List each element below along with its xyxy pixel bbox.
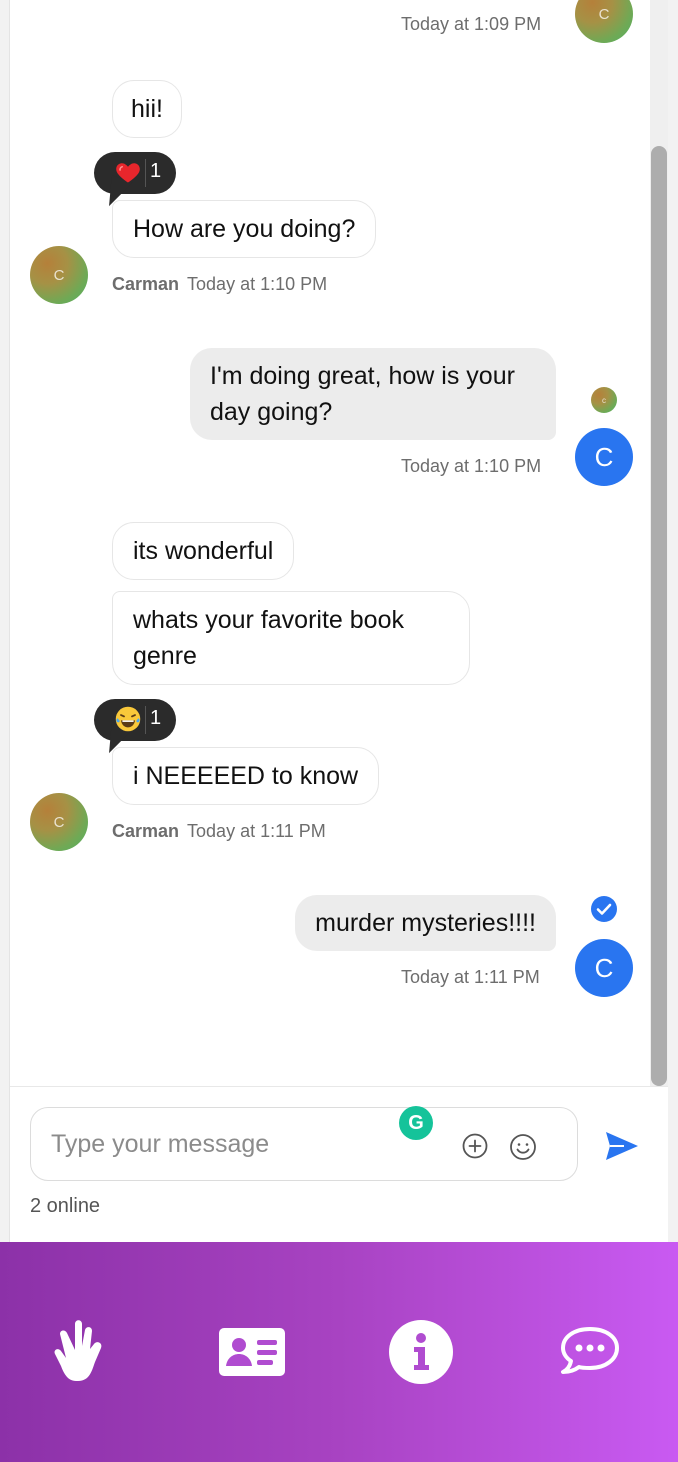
reaction-count: 1 bbox=[150, 707, 162, 729]
avatar-letter: C bbox=[594, 952, 614, 983]
reaction-divider bbox=[145, 159, 146, 187]
nav-chat-button[interactable] bbox=[550, 1312, 630, 1392]
avatar[interactable]: C bbox=[575, 0, 633, 43]
nav-contact-button[interactable] bbox=[212, 1312, 292, 1392]
panel-right-edge bbox=[668, 0, 678, 1242]
message-timestamp: Today at 1:10 PM bbox=[401, 456, 542, 476]
message-input-box[interactable]: G bbox=[30, 1106, 578, 1181]
incoming-message-bubble[interactable]: whats your favorite book genre bbox=[112, 591, 470, 685]
chat-bubble-icon bbox=[561, 1327, 619, 1374]
sender-info: Carman Today at 1:11 PM bbox=[112, 821, 326, 842]
nav-info-button[interactable] bbox=[381, 1312, 461, 1392]
message-text: How are you doing? bbox=[133, 215, 356, 243]
sender-name[interactable]: Carman bbox=[112, 274, 179, 294]
nav-wave-button[interactable] bbox=[44, 1312, 124, 1392]
scrollbar-thumb[interactable] bbox=[651, 146, 667, 1086]
message-text: its wonderful bbox=[133, 537, 274, 565]
message-composer: G 2 online bbox=[10, 1086, 668, 1242]
incoming-message-bubble[interactable]: its wonderful bbox=[112, 522, 295, 580]
hand-icon bbox=[54, 1320, 102, 1381]
heart-emoji-icon bbox=[116, 163, 140, 183]
avatar-letter: C bbox=[53, 266, 65, 284]
online-count: 2 online bbox=[30, 1195, 101, 1217]
message-text: whats your favorite book genre bbox=[133, 606, 404, 670]
message-list[interactable]: Today at 1:09 PM C hii! 1 How are you do… bbox=[10, 0, 650, 1086]
avatar-letter: C bbox=[53, 813, 65, 831]
laughing-emoji-icon bbox=[115, 706, 141, 732]
contact-card-icon bbox=[219, 1328, 285, 1376]
avatar-letter: C bbox=[598, 5, 610, 23]
message-text: i NEEEEED to know bbox=[133, 762, 359, 790]
reaction-divider bbox=[145, 706, 146, 734]
send-icon[interactable] bbox=[604, 1129, 640, 1163]
message-timestamp: Today at 1:09 PM bbox=[401, 14, 542, 34]
reaction-badge[interactable]: 1 bbox=[94, 699, 176, 758]
chat-panel: Today at 1:09 PM C hii! 1 How are you do… bbox=[0, 0, 678, 1242]
incoming-message-bubble[interactable]: hii! bbox=[112, 80, 182, 138]
sender-name[interactable]: Carman bbox=[112, 821, 179, 841]
grammarly-letter: G bbox=[408, 1111, 424, 1134]
delivered-check-icon bbox=[591, 896, 617, 922]
self-avatar[interactable]: C bbox=[575, 939, 633, 997]
read-receipt-avatar: c bbox=[591, 387, 617, 413]
message-timestamp: Today at 1:11 PM bbox=[187, 821, 326, 841]
sender-avatar[interactable]: C bbox=[30, 246, 88, 304]
reaction-count: 1 bbox=[150, 160, 162, 182]
message-input[interactable] bbox=[51, 1126, 391, 1162]
message-text: hii! bbox=[131, 95, 163, 123]
message-text: murder mysteries!!!! bbox=[315, 909, 536, 937]
bottom-nav bbox=[0, 1242, 678, 1462]
avatar-letter: C bbox=[594, 441, 614, 472]
message-timestamp: Today at 1:11 PM bbox=[401, 967, 540, 987]
info-icon bbox=[389, 1320, 453, 1384]
avatar-letter: c bbox=[602, 395, 606, 405]
message-timestamp: Today at 1:10 PM bbox=[187, 274, 328, 294]
panel-left-edge bbox=[0, 0, 10, 1242]
reaction-badge[interactable]: 1 bbox=[94, 152, 176, 211]
sender-avatar[interactable]: C bbox=[30, 793, 88, 851]
incoming-message-bubble[interactable]: i NEEEEED to know bbox=[112, 747, 380, 805]
message-text: I'm doing great, how is your day going? bbox=[210, 362, 515, 426]
incoming-message-bubble[interactable]: How are you doing? bbox=[112, 200, 377, 258]
outgoing-message-bubble[interactable]: murder mysteries!!!! bbox=[295, 895, 556, 951]
grammarly-icon[interactable]: G bbox=[399, 1106, 433, 1140]
self-avatar[interactable]: C bbox=[575, 428, 633, 486]
emoji-picker-icon[interactable] bbox=[508, 1132, 538, 1162]
outgoing-message-bubble[interactable]: I'm doing great, how is your day going? bbox=[190, 348, 556, 440]
add-attachment-icon[interactable] bbox=[461, 1132, 489, 1160]
sender-info: Carman Today at 1:10 PM bbox=[112, 274, 327, 295]
